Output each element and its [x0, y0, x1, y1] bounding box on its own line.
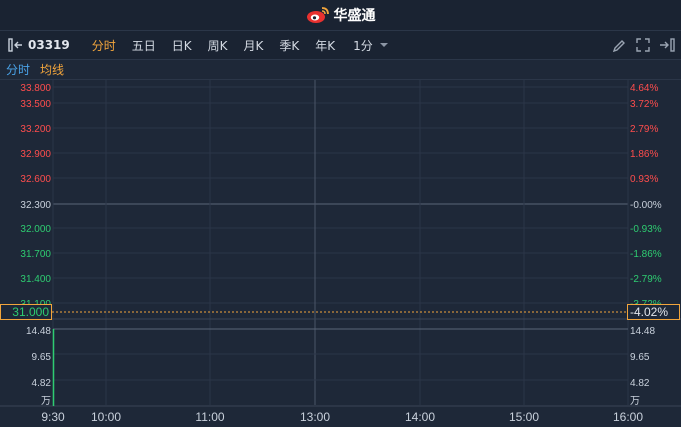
tab-monthly-k[interactable]: 月K	[236, 37, 272, 54]
current-price-value: 31.000	[12, 305, 49, 319]
tab-intraday[interactable]: 分时	[84, 37, 124, 54]
pen-icon	[612, 39, 625, 52]
brand-name: 华盛通	[333, 8, 376, 24]
volume-tick-left: 9.65	[32, 352, 52, 363]
interval-value: 1分	[353, 38, 373, 53]
weibo-logo-icon	[306, 7, 329, 23]
interval-dropdown[interactable]: 1分	[353, 37, 389, 54]
price-tick-label: 32.000	[20, 224, 51, 235]
pct-tick-label: 4.64%	[630, 83, 658, 94]
volume-tick-right: 4.82	[630, 378, 650, 389]
stock-code: 03319	[28, 38, 70, 52]
time-tick-label: 15:00	[509, 410, 539, 424]
pct-tick-label: 3.72%	[630, 99, 658, 110]
tab-daily-k[interactable]: 日K	[164, 37, 200, 54]
tab-weekly-k[interactable]: 周K	[200, 37, 236, 54]
volume-tick-right: 14.48	[630, 326, 655, 337]
price-tick-label: 33.800	[20, 83, 51, 94]
collapse-panel-button[interactable]	[4, 31, 28, 59]
volume-tick-right: 9.65	[630, 352, 650, 363]
brand-logo: 华盛通	[306, 5, 376, 25]
indicator-legend: 分时 均线	[0, 60, 681, 80]
time-tick-label: 13:00	[300, 410, 330, 424]
price-tick-label: 31.700	[20, 249, 51, 260]
tab-quarterly-k[interactable]: 季K	[271, 37, 307, 54]
indicator-average-line[interactable]: 均线	[40, 61, 64, 78]
time-tick-label: 14:00	[405, 410, 435, 424]
volume-tick-left: 4.82	[32, 378, 52, 389]
brand-bar: 华盛通	[0, 0, 681, 31]
time-tick-label: 10:00	[91, 410, 121, 424]
price-tick-label: 33.500	[20, 99, 51, 110]
indicator-intraday[interactable]: 分时	[6, 61, 30, 78]
volume-tick-left: 14.48	[26, 326, 51, 337]
popout-button[interactable]	[659, 38, 675, 52]
pct-tick-label: 1.86%	[630, 149, 658, 160]
exit-arrow-icon	[660, 38, 675, 52]
pct-tick-label: -1.86%	[630, 249, 662, 260]
chevron-down-icon	[379, 43, 388, 47]
draw-pen-button[interactable]	[612, 38, 627, 53]
pct-tick-label: 0.93%	[630, 174, 658, 185]
time-tick-label: 11:00	[195, 410, 224, 424]
price-tick-label: 32.300	[20, 200, 51, 211]
price-tick-label: 32.600	[20, 174, 51, 185]
current-pct-value: -4.02%	[630, 305, 668, 319]
pct-tick-label: 2.79%	[630, 124, 658, 135]
intraday-chart: 33.800 33.500 33.200 32.900 32.600 32.300 32.0…	[0, 80, 681, 424]
expand-icon	[636, 38, 650, 52]
tab-five-day[interactable]: 五日	[124, 37, 164, 54]
volume-unit-left: 万	[41, 396, 51, 407]
pct-tick-label: -0.00%	[630, 200, 662, 211]
time-tick-label: 9:30	[41, 410, 65, 424]
volume-unit-right: 万	[630, 396, 640, 407]
toolbar-actions	[612, 31, 675, 59]
price-tick-label: 32.900	[20, 149, 51, 160]
time-tick-label: 16:00	[613, 410, 643, 424]
pct-tick-label: -0.93%	[630, 224, 662, 235]
pct-tick-label: -2.79%	[630, 274, 662, 285]
fullscreen-button[interactable]	[636, 38, 650, 52]
chart-toolbar: 03319 分时 五日 日K 周K 月K 季K 年K 1分	[0, 31, 681, 60]
collapse-arrow-icon	[8, 38, 22, 52]
price-tick-label: 31.400	[20, 274, 51, 285]
tab-yearly-k[interactable]: 年K	[307, 37, 343, 54]
price-tick-label: 33.200	[20, 124, 51, 135]
